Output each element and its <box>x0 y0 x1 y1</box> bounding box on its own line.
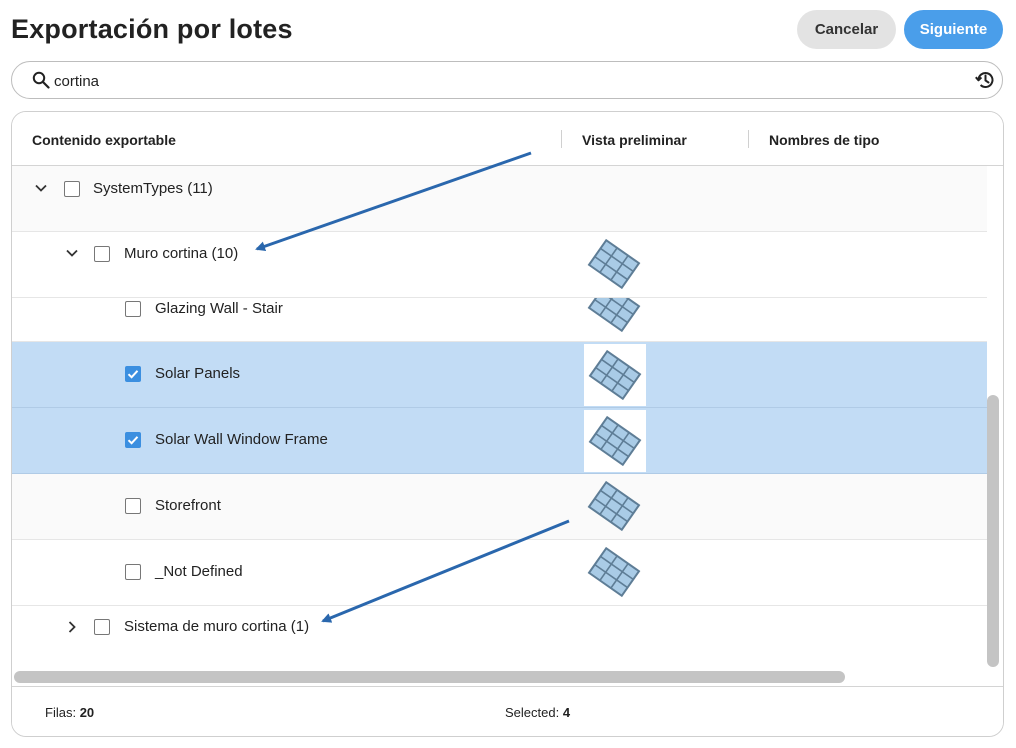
cancel-button[interactable]: Cancelar <box>797 10 896 49</box>
row-checkbox[interactable] <box>125 432 141 448</box>
checkmark-icon <box>127 436 139 445</box>
table-header: Contenido exportable Vista preliminar No… <box>12 112 1003 166</box>
tree-row-solar-panels[interactable]: Solar Panels <box>12 342 987 408</box>
column-divider[interactable] <box>748 130 749 148</box>
next-button[interactable]: Siguiente <box>904 10 1003 49</box>
row-checkbox[interactable] <box>125 301 141 317</box>
row-label: Storefront <box>155 497 221 514</box>
row-label: Solar Wall Window Frame <box>155 431 328 448</box>
checkmark-icon <box>127 370 139 379</box>
tree-row-glazing-wall-stair[interactable]: Glazing Wall - Stair <box>12 298 987 342</box>
search-bar <box>11 61 1003 99</box>
column-header-content[interactable]: Contenido exportable <box>32 132 176 148</box>
row-checkbox[interactable] <box>94 619 110 635</box>
search-input[interactable] <box>52 68 956 94</box>
column-divider[interactable] <box>561 130 562 148</box>
row-count-value: 20 <box>79 705 95 720</box>
chevron-down-icon[interactable] <box>34 181 48 195</box>
export-table: Contenido exportable Vista preliminar No… <box>11 111 1004 737</box>
row-count: Filas: 20 <box>45 705 94 720</box>
row-label: _Not Defined <box>155 563 243 580</box>
row-label: Glazing Wall - Stair <box>155 300 283 317</box>
curtain-wall-thumbnail <box>587 480 641 532</box>
chevron-right-icon[interactable] <box>65 620 79 634</box>
vertical-scrollbar[interactable] <box>987 395 999 667</box>
curtain-wall-thumbnail <box>587 546 641 598</box>
row-checkbox[interactable] <box>125 564 141 580</box>
tree-row-systemtypes[interactable]: SystemTypes (11) <box>12 166 987 232</box>
curtain-wall-thumbnail <box>584 344 646 406</box>
tree-row-storefront[interactable]: Storefront <box>12 474 987 540</box>
tree-row-muro-cortina[interactable]: Muro cortina (10) <box>12 232 987 298</box>
page-title: Exportación por lotes <box>11 14 293 44</box>
selected-count-value: 4 <box>562 705 571 720</box>
chevron-down-icon[interactable] <box>65 246 79 260</box>
row-label: Sistema de muro cortina (1) <box>124 618 310 635</box>
row-label: Muro cortina (10) <box>124 245 239 262</box>
curtain-wall-thumbnail <box>587 298 641 333</box>
table-footer: Filas: 20 Selected: 4 <box>12 686 1003 736</box>
history-icon[interactable] <box>974 69 996 91</box>
tree-row-not-defined[interactable]: _Not Defined <box>12 540 987 606</box>
tree-row-sistema-muro-cortina[interactable]: Sistema de muro cortina (1) <box>12 606 987 670</box>
row-label: Solar Panels <box>155 365 241 382</box>
horizontal-scrollbar[interactable] <box>14 671 845 683</box>
row-checkbox[interactable] <box>125 498 141 514</box>
selected-count-label: Selected: <box>505 705 560 720</box>
selected-count: Selected: 4 <box>505 705 570 720</box>
column-header-type-names[interactable]: Nombres de tipo <box>769 132 879 148</box>
row-checkbox[interactable] <box>94 246 110 262</box>
tree-row-solar-wall-window-frame[interactable]: Solar Wall Window Frame <box>12 408 987 474</box>
row-checkbox[interactable] <box>64 181 80 197</box>
row-count-label: Filas: <box>45 705 77 720</box>
column-header-preview[interactable]: Vista preliminar <box>582 132 687 148</box>
curtain-wall-thumbnail <box>584 410 646 472</box>
curtain-wall-thumbnail <box>587 238 641 290</box>
row-checkbox[interactable] <box>125 366 141 382</box>
search-icon <box>32 71 50 89</box>
row-label: SystemTypes (11) <box>93 180 213 197</box>
